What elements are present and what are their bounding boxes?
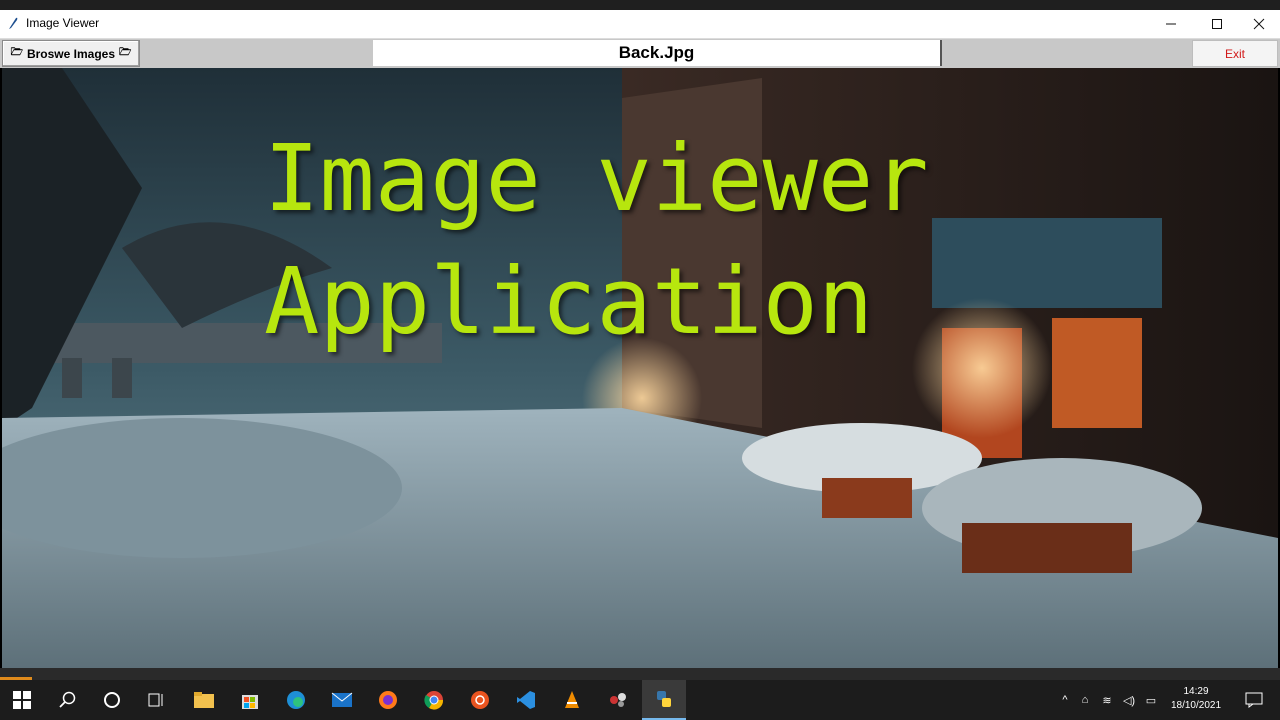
cortana-button[interactable] bbox=[90, 680, 134, 720]
filename-display: Back.Jpg bbox=[373, 40, 942, 66]
clock-date: 18/10/2021 bbox=[1170, 700, 1222, 711]
system-tray: ^ ⌂ ≋ ◁) ▭ bbox=[1056, 680, 1162, 720]
toolbar: 🗁 Broswe Images 🗁 Back.Jpg Exit bbox=[0, 39, 1280, 68]
notification-icon bbox=[1245, 692, 1263, 708]
maximize-button[interactable] bbox=[1194, 10, 1240, 38]
store-icon bbox=[242, 695, 258, 709]
clock-time: 14:29 bbox=[1183, 686, 1209, 697]
exit-button[interactable]: Exit bbox=[1192, 40, 1278, 67]
edge-icon bbox=[287, 691, 305, 709]
chrome-icon bbox=[424, 691, 444, 710]
vlc-icon bbox=[565, 691, 579, 708]
folder-icon: 🗁 bbox=[119, 47, 132, 58]
wifi-icon[interactable]: ≋ bbox=[1096, 694, 1118, 707]
python-icon bbox=[657, 691, 671, 707]
overlay-title-line2: Application bbox=[264, 248, 874, 355]
window-bottom-edge bbox=[0, 668, 1280, 680]
meet-now-icon[interactable]: ⌂ bbox=[1074, 694, 1096, 706]
task-view-icon bbox=[148, 693, 163, 707]
notifications-button[interactable] bbox=[1232, 680, 1276, 720]
taskbar-edge[interactable] bbox=[274, 680, 318, 720]
ubuntu-icon bbox=[471, 691, 489, 709]
taskbar-file-explorer[interactable] bbox=[182, 680, 226, 720]
firefox-icon bbox=[379, 691, 397, 709]
task-view-button[interactable] bbox=[134, 680, 178, 720]
window-title: Image Viewer bbox=[26, 16, 100, 30]
vscode-icon bbox=[517, 691, 535, 709]
taskbar-vlc[interactable] bbox=[550, 680, 594, 720]
taskbar-mail[interactable] bbox=[320, 680, 364, 720]
taskbar-store[interactable] bbox=[228, 680, 272, 720]
taskbar-ubuntu[interactable] bbox=[458, 680, 502, 720]
taskbar-python-active[interactable] bbox=[642, 680, 686, 720]
top-edge bbox=[0, 0, 1280, 10]
taskbar: ^ ⌂ ≋ ◁) ▭ 14:29 18/10/2021 bbox=[0, 680, 1280, 720]
browse-images-label: Broswe Images bbox=[26, 46, 116, 61]
close-button[interactable] bbox=[1236, 10, 1280, 38]
taskbar-vscode[interactable] bbox=[504, 680, 548, 720]
search-button[interactable] bbox=[46, 680, 90, 720]
cortana-icon bbox=[104, 692, 120, 708]
feather-icon bbox=[6, 16, 20, 30]
minimize-button[interactable] bbox=[1148, 10, 1194, 38]
windows-icon bbox=[13, 691, 31, 709]
start-button[interactable] bbox=[0, 680, 44, 720]
taskbar-firefox[interactable] bbox=[366, 680, 410, 720]
chevron-up-icon[interactable]: ^ bbox=[1056, 694, 1074, 706]
image-display: Image viewer Application bbox=[2, 68, 1278, 668]
battery-icon[interactable]: ▭ bbox=[1140, 694, 1162, 707]
app-icon bbox=[610, 693, 626, 707]
clock[interactable]: 14:29 18/10/2021 bbox=[1164, 685, 1228, 713]
taskbar-app[interactable] bbox=[596, 680, 640, 720]
search-icon bbox=[59, 691, 76, 708]
browse-images-button[interactable]: 🗁 Broswe Images 🗁 bbox=[2, 40, 140, 67]
taskbar-chrome[interactable] bbox=[412, 680, 456, 720]
folder-icon: 🗁 bbox=[10, 47, 23, 58]
window-titlebar[interactable]: Image Viewer bbox=[0, 10, 1280, 39]
overlay-title-line1: Image viewer bbox=[264, 125, 929, 232]
folder-icon bbox=[194, 692, 214, 708]
mail-icon bbox=[331, 692, 353, 707]
volume-icon[interactable]: ◁) bbox=[1118, 694, 1140, 707]
